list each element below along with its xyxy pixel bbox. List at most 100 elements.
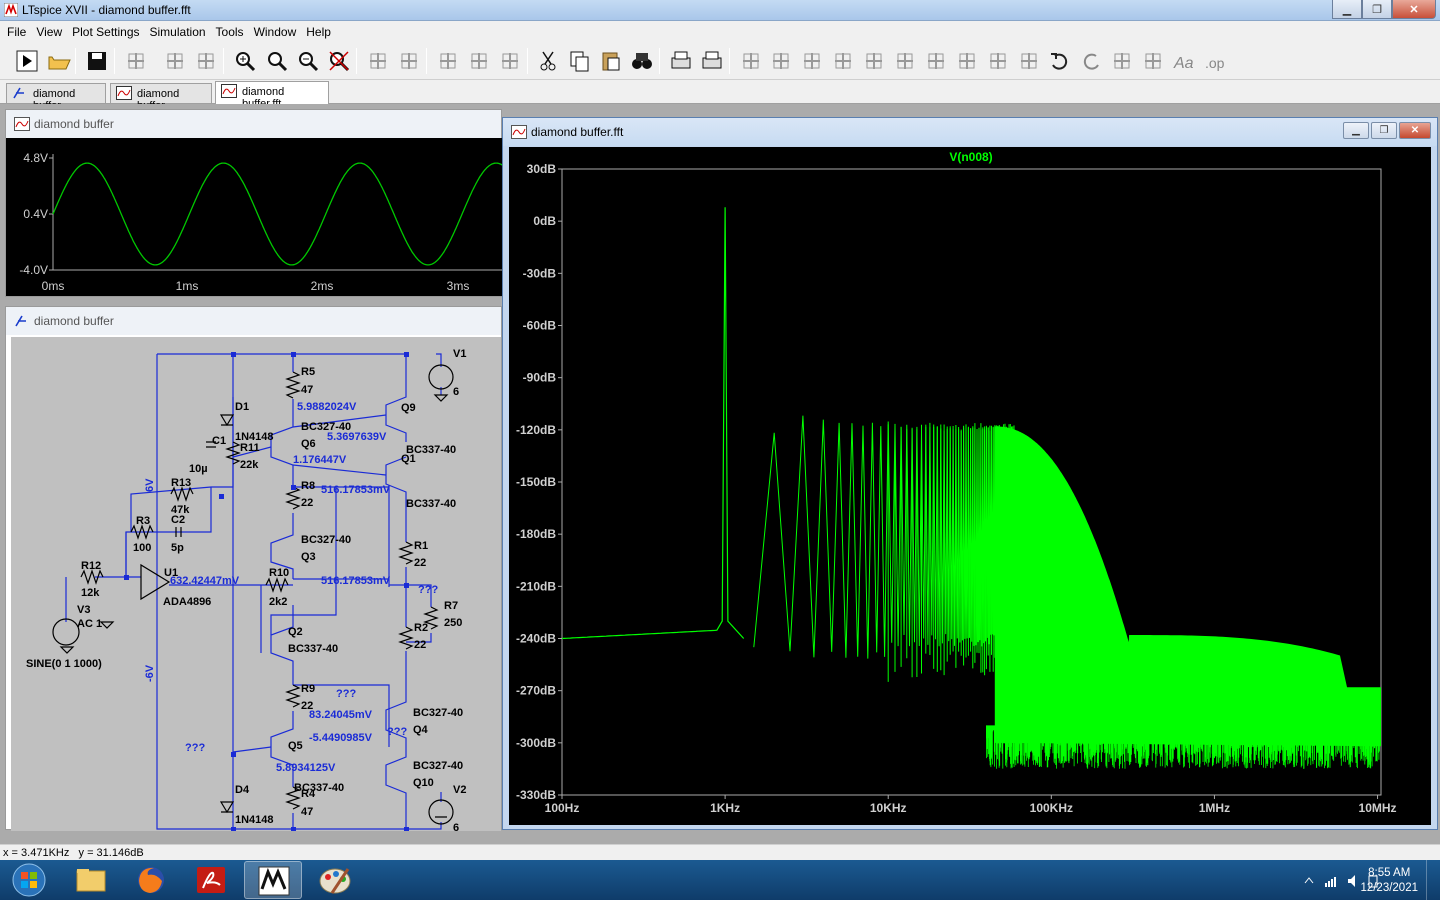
- component-ref-q5[interactable]: Q5: [288, 740, 303, 752]
- component-button[interactable]: [954, 48, 980, 74]
- menu-window[interactable]: Window: [249, 25, 302, 39]
- component-value-v1[interactable]: 6: [453, 386, 459, 398]
- component-value-r8[interactable]: 22: [301, 497, 313, 509]
- diode-button[interactable]: [923, 48, 949, 74]
- component-value-extra[interactable]: BC337-40: [406, 498, 456, 510]
- taskbar-firefox[interactable]: [122, 861, 180, 899]
- component-value-q4[interactable]: BC327-40: [413, 707, 463, 719]
- inductor-button[interactable]: [892, 48, 918, 74]
- drag-button[interactable]: [1016, 48, 1042, 74]
- component-value-q3[interactable]: BC327-40: [301, 534, 351, 546]
- component-ref-v3[interactable]: V3: [77, 604, 90, 616]
- close-button[interactable]: ✕: [1392, 0, 1436, 19]
- cut-button[interactable]: [536, 48, 562, 74]
- component-ref-c2[interactable]: C2: [171, 514, 185, 526]
- tab-waveform[interactable]: diamond buffer: [110, 83, 212, 112]
- paste-button[interactable]: [598, 48, 624, 74]
- menu-tools[interactable]: Tools: [211, 25, 249, 39]
- component-ref-v2[interactable]: V2: [453, 784, 466, 796]
- net-label[interactable]: -6V: [144, 664, 156, 682]
- component-value-r4[interactable]: 47: [301, 806, 313, 818]
- start-button[interactable]: [2, 861, 56, 899]
- mirror-button[interactable]: [1140, 48, 1166, 74]
- net-label[interactable]: 6V: [144, 478, 156, 492]
- tab-schematic[interactable]: diamond buffer: [6, 83, 106, 112]
- node-voltage-label[interactable]: 5.8934125V: [276, 762, 336, 774]
- capacitor-button[interactable]: [861, 48, 887, 74]
- node-voltage-label[interactable]: 83.24045mV: [309, 709, 373, 721]
- taskbar-ltspice[interactable]: [244, 861, 302, 899]
- resistor-button[interactable]: [830, 48, 856, 74]
- unknown-node-marker[interactable]: ???: [387, 726, 407, 738]
- draw-wire-button[interactable]: [738, 48, 764, 74]
- show-desktop-button[interactable]: [1426, 860, 1440, 900]
- transient-plot[interactable]: 4.8V 0.4V -4.0V 0ms 1ms 2ms 3ms: [6, 138, 503, 296]
- save-button[interactable]: [84, 48, 110, 74]
- component-ref-r12[interactable]: R12: [81, 560, 101, 572]
- component-extra-v3[interactable]: SINE(0 1 1000): [26, 658, 102, 670]
- print-button[interactable]: [699, 48, 725, 74]
- fft-minimize-button[interactable]: ▁: [1343, 122, 1369, 139]
- component-ref-r3[interactable]: R3: [136, 515, 150, 527]
- component-value-c2[interactable]: 5p: [171, 542, 184, 554]
- minimize-button[interactable]: ▁: [1332, 0, 1362, 19]
- ground-button[interactable]: [768, 48, 794, 74]
- fft-window-titlebar[interactable]: diamond buffer.fft ▁ ❐ ✕: [503, 118, 1437, 146]
- halt-button[interactable]: [162, 48, 188, 74]
- node-voltage-label[interactable]: 516.17853mV: [321, 575, 391, 587]
- component-ref-q9[interactable]: Q9: [401, 402, 416, 414]
- component-value-r5[interactable]: 47: [301, 384, 313, 396]
- component-ref-q3[interactable]: Q3: [301, 551, 316, 563]
- node-voltage-label[interactable]: 516.17853mV: [321, 484, 391, 496]
- fft-maximize-button[interactable]: ❐: [1371, 122, 1397, 139]
- component-ref-d1[interactable]: D1: [235, 401, 249, 413]
- component-ref-v1[interactable]: V1: [453, 348, 466, 360]
- text-button[interactable]: Aa: [1171, 48, 1197, 74]
- node-voltage-label[interactable]: 5.9882024V: [297, 401, 357, 413]
- tile-horizontal-button[interactable]: [435, 48, 461, 74]
- component-ref-r1[interactable]: R1: [414, 540, 428, 552]
- component-ref-q10[interactable]: Q10: [413, 777, 434, 789]
- maximize-button[interactable]: ❐: [1362, 0, 1392, 19]
- component-value-q5[interactable]: BC337-40: [294, 782, 344, 794]
- component-ref-r9[interactable]: R9: [301, 683, 315, 695]
- component-value-u1[interactable]: ADA4896: [163, 596, 211, 608]
- component-value-r2[interactable]: 22: [414, 639, 426, 651]
- fft-close-button[interactable]: ✕: [1399, 122, 1431, 139]
- node-voltage-label[interactable]: 5.3697639V: [327, 431, 387, 443]
- component-ref-r5[interactable]: R5: [301, 366, 315, 378]
- component-ref-c1[interactable]: C1: [212, 435, 226, 447]
- redo-button[interactable]: [1078, 48, 1104, 74]
- zoom-cancel-button[interactable]: [326, 48, 352, 74]
- menu-help[interactable]: Help: [301, 25, 336, 39]
- node-voltage-label[interactable]: -5.4490985V: [309, 732, 373, 744]
- component-value-c1[interactable]: 10µ: [189, 463, 208, 475]
- tile-vertical-button[interactable]: [497, 48, 523, 74]
- copy-button[interactable]: [567, 48, 593, 74]
- component-value-q10[interactable]: BC327-40: [413, 760, 463, 772]
- move-button[interactable]: [985, 48, 1011, 74]
- component-value-v2[interactable]: 6: [453, 822, 459, 831]
- undo-button[interactable]: [1047, 48, 1073, 74]
- tab-fft[interactable]: diamond buffer.fft: [215, 81, 329, 110]
- rotate-button[interactable]: [1109, 48, 1135, 74]
- unknown-node-marker[interactable]: ???: [185, 742, 205, 754]
- component-value-d1[interactable]: 1N4148: [235, 431, 274, 443]
- menu-simulation[interactable]: Simulation: [145, 25, 211, 39]
- find-button[interactable]: [629, 48, 655, 74]
- component-ref-q6[interactable]: Q6: [301, 438, 316, 450]
- schematic-window-titlebar[interactable]: diamond buffer: [6, 307, 501, 335]
- component-value-r12[interactable]: 12k: [81, 587, 100, 599]
- unknown-node-marker[interactable]: ???: [418, 584, 438, 596]
- menu-view[interactable]: View: [31, 25, 67, 39]
- cascade-button[interactable]: [466, 48, 492, 74]
- schematic-canvas[interactable]: V16V26V3AC 1SINE(0 1 1000)R547R447R1122k…: [11, 337, 501, 831]
- component-ref-r2[interactable]: R2: [414, 622, 428, 634]
- zoom-full-button[interactable]: [264, 48, 290, 74]
- control-panel-button[interactable]: [123, 48, 149, 74]
- zoom-in-button[interactable]: [232, 48, 258, 74]
- pan-hand-button[interactable]: [193, 48, 219, 74]
- fft-plot[interactable]: V(n008) 30dB 0dB -30dB -60dB -90dB -120dB -150…: [509, 147, 1431, 825]
- component-value-q2[interactable]: BC337-40: [288, 643, 338, 655]
- print-preview-button[interactable]: [668, 48, 694, 74]
